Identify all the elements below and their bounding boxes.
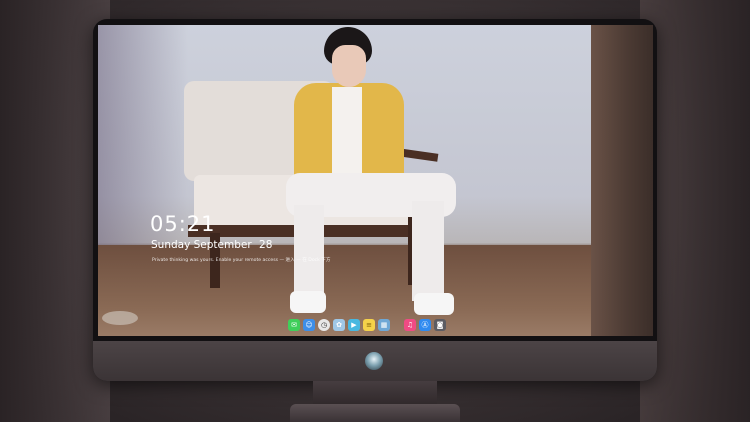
preview-icon[interactable]: ▦ bbox=[378, 319, 390, 331]
wallpaper-person-shirt bbox=[332, 87, 362, 175]
wallpaper-person-shoe bbox=[290, 291, 326, 313]
wallpaper-person-shoe bbox=[414, 293, 454, 315]
brand-logo-icon bbox=[365, 352, 383, 370]
wallpaper-person-face bbox=[332, 45, 366, 87]
date-day: 28 bbox=[259, 239, 273, 251]
messages-icon[interactable]: ✉ bbox=[288, 319, 300, 331]
finder-icon[interactable]: ☺ bbox=[303, 319, 315, 331]
monitor-chin bbox=[93, 341, 657, 381]
camera-icon[interactable]: ◙ bbox=[434, 319, 446, 331]
notes-icon[interactable]: ≡ bbox=[363, 319, 375, 331]
wallpaper-person-shin bbox=[294, 205, 324, 299]
wallpaper-curtain bbox=[591, 25, 653, 336]
photos-icon[interactable]: ✿ bbox=[333, 319, 345, 331]
date-weekday-month: Sunday September bbox=[151, 239, 252, 251]
lock-screen-date: Sunday September 28 bbox=[151, 239, 272, 251]
appstore-icon[interactable]: Ⓐ bbox=[419, 319, 431, 331]
dock: ✉ ☺ ◷ ✿ ▶ ≡ ▦ ♫ Ⓐ ◙ bbox=[288, 318, 446, 332]
music-icon[interactable]: ♫ bbox=[404, 319, 416, 331]
clock-icon[interactable]: ◷ bbox=[318, 319, 330, 331]
lock-screen-clock: 05:21 bbox=[150, 212, 216, 236]
wallpaper-rug bbox=[102, 311, 138, 325]
monitor-stand-base bbox=[290, 404, 460, 422]
video-icon[interactable]: ▶ bbox=[348, 319, 360, 331]
wallpaper-person-shin bbox=[412, 201, 444, 301]
lock-screen-notice: Private thinking was yours. Enable your … bbox=[152, 258, 331, 263]
lock-screen[interactable]: 05:21 Sunday September 28 Private thinki… bbox=[98, 25, 653, 336]
